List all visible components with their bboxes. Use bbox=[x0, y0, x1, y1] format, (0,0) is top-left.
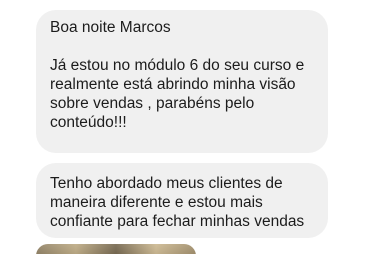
message-thread: Boa noite Marcos Já estou no módulo 6 do… bbox=[0, 0, 367, 254]
image-attachment-preview bbox=[36, 244, 196, 254]
received-message-bubble[interactable]: Boa noite Marcos Já estou no módulo 6 do… bbox=[36, 10, 328, 153]
message-body-text: Já estou no módulo 6 do seu curso e real… bbox=[50, 57, 305, 131]
image-attachment[interactable] bbox=[36, 244, 196, 254]
message-body-text: Tenho abordado meus clientes de maneira … bbox=[50, 175, 305, 230]
message-greeting-text: Boa noite Marcos bbox=[50, 19, 171, 36]
received-message-bubble[interactable]: Tenho abordado meus clientes de maneira … bbox=[36, 163, 328, 238]
